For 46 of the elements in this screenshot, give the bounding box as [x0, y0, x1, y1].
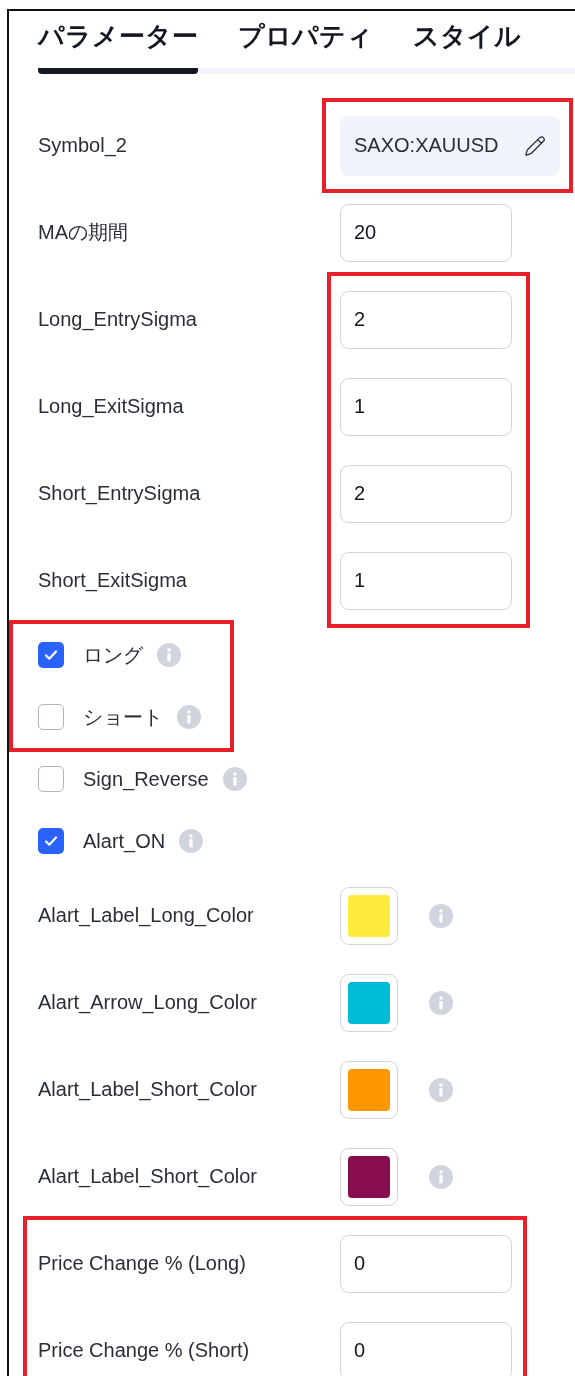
info-icon[interactable] [157, 643, 181, 667]
tab[interactable]: プロパティ [238, 11, 373, 74]
field-label: Price Change % (Short) [38, 1339, 250, 1362]
check-icon [43, 647, 59, 663]
info-icon[interactable] [179, 829, 204, 853]
number-input[interactable]: 1 [340, 551, 512, 610]
number-input[interactable]: 2 [340, 290, 512, 349]
number-input[interactable]: 20 [340, 203, 512, 262]
color-label: Alart_Label_Short_Color [38, 1078, 258, 1101]
tab[interactable]: スタイル [413, 11, 521, 74]
check-icon [43, 833, 59, 849]
checkbox-label: ショート [83, 704, 163, 730]
number-input[interactable]: 2 [340, 464, 512, 523]
info-icon[interactable] [429, 1077, 453, 1102]
checkbox-label: Sign_Reverse [83, 767, 209, 791]
checkbox[interactable] [38, 642, 64, 668]
color-swatch[interactable] [340, 973, 398, 1032]
number-input[interactable]: 0 [340, 1321, 512, 1376]
field-label: Long_ExitSigma [38, 395, 184, 418]
color-label: Alart_Label_Long_Color [38, 904, 254, 927]
color-swatch[interactable] [340, 1060, 398, 1119]
field-label: Short_EntrySigma [38, 482, 201, 505]
field-label: Price Change % (Long) [38, 1252, 246, 1275]
tab[interactable]: パラメーター [38, 11, 198, 74]
checkbox-label: ロング [83, 642, 143, 668]
symbol-field[interactable]: SAXO:XAUUSD [340, 115, 560, 176]
info-icon[interactable] [222, 767, 247, 791]
color-swatch[interactable] [340, 886, 398, 945]
field-label: Short_ExitSigma [38, 569, 187, 592]
field-label: Symbol_2 [38, 134, 127, 157]
pencil-icon [524, 134, 546, 157]
color-swatch[interactable] [340, 1147, 398, 1206]
checkbox-label: Alart_ON [83, 829, 166, 853]
info-icon[interactable] [429, 1164, 453, 1189]
color-label: Alart_Arrow_Long_Color [38, 991, 257, 1014]
checkbox[interactable] [38, 828, 64, 854]
info-icon[interactable] [429, 990, 453, 1015]
color-label: Alart_Label_Short_Color [38, 1165, 258, 1188]
info-icon[interactable] [177, 705, 201, 729]
info-icon[interactable] [429, 903, 453, 928]
checkbox[interactable] [38, 766, 64, 792]
number-input[interactable]: 1 [340, 377, 512, 436]
field-label: MAの期間 [38, 220, 128, 245]
number-input[interactable]: 0 [340, 1234, 512, 1293]
field-label: Long_EntrySigma [38, 308, 197, 331]
checkbox[interactable] [38, 704, 64, 730]
